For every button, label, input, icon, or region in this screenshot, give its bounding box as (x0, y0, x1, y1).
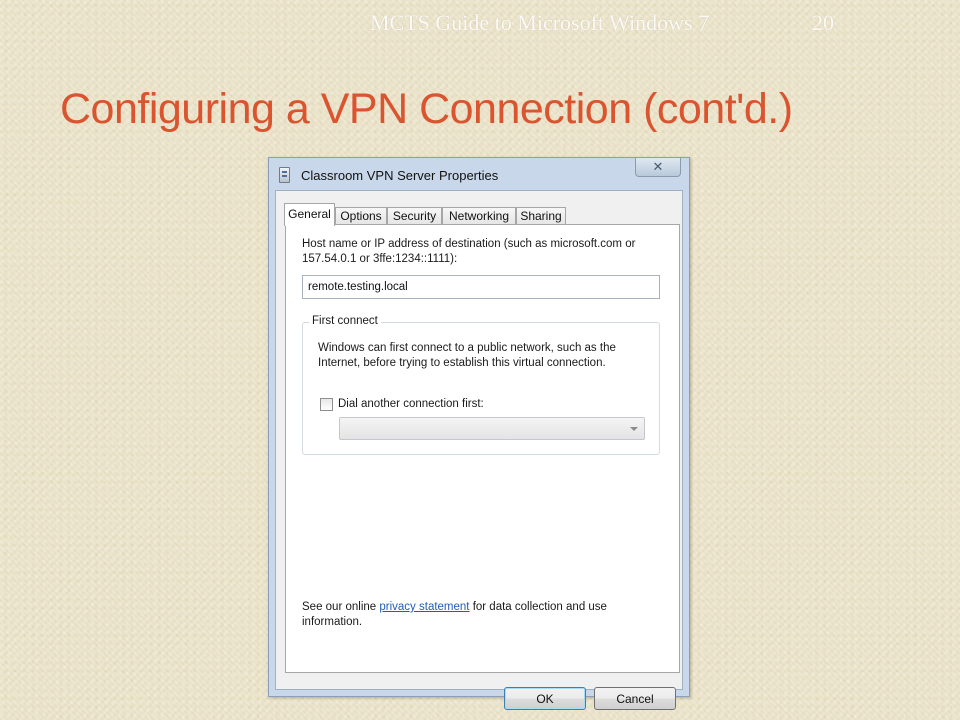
close-button[interactable]: ✕ (635, 158, 681, 177)
host-label: Host name or IP address of destination (… (302, 238, 636, 265)
cancel-button[interactable]: Cancel (594, 687, 676, 710)
slide-number: 20 (812, 10, 834, 35)
tab-general[interactable]: General (284, 203, 335, 226)
first-connect-group: First connect Windows can first connect … (302, 315, 660, 455)
dial-another-connection-label[interactable]: Dial another connection first: (338, 398, 484, 410)
dial-another-connection-checkbox[interactable] (320, 398, 333, 411)
dialog-titlebar[interactable]: Classroom VPN Server Properties ✕ (269, 158, 689, 190)
close-icon: ✕ (652, 159, 664, 174)
first-connect-legend: First connect (309, 315, 381, 327)
first-connect-description: Windows can first connect to a public ne… (318, 342, 616, 369)
privacy-text-prefix: See our online (302, 601, 380, 613)
properties-dialog: Classroom VPN Server Properties ✕ Genera… (268, 157, 690, 710)
privacy-notice: See our online privacy statement for dat… (302, 600, 662, 630)
privacy-statement-link[interactable]: privacy statement (379, 601, 469, 613)
slide-footer: MCTS Guide to Microsoft Windows 7 (370, 10, 710, 35)
general-tab-panel: Host name or IP address of destination (… (285, 224, 680, 673)
dialog-client-area: General Options Security Networking Shar… (275, 190, 683, 710)
dial-connection-dropdown[interactable] (339, 417, 645, 440)
slide-title: Configuring a VPN Connection (cont'd.) (60, 85, 793, 133)
dialog-title: Classroom VPN Server Properties (301, 168, 499, 183)
vpn-connection-icon (279, 167, 290, 183)
ok-button[interactable]: OK (504, 687, 586, 710)
host-address-input[interactable] (302, 275, 660, 299)
chevron-down-icon (630, 427, 638, 431)
